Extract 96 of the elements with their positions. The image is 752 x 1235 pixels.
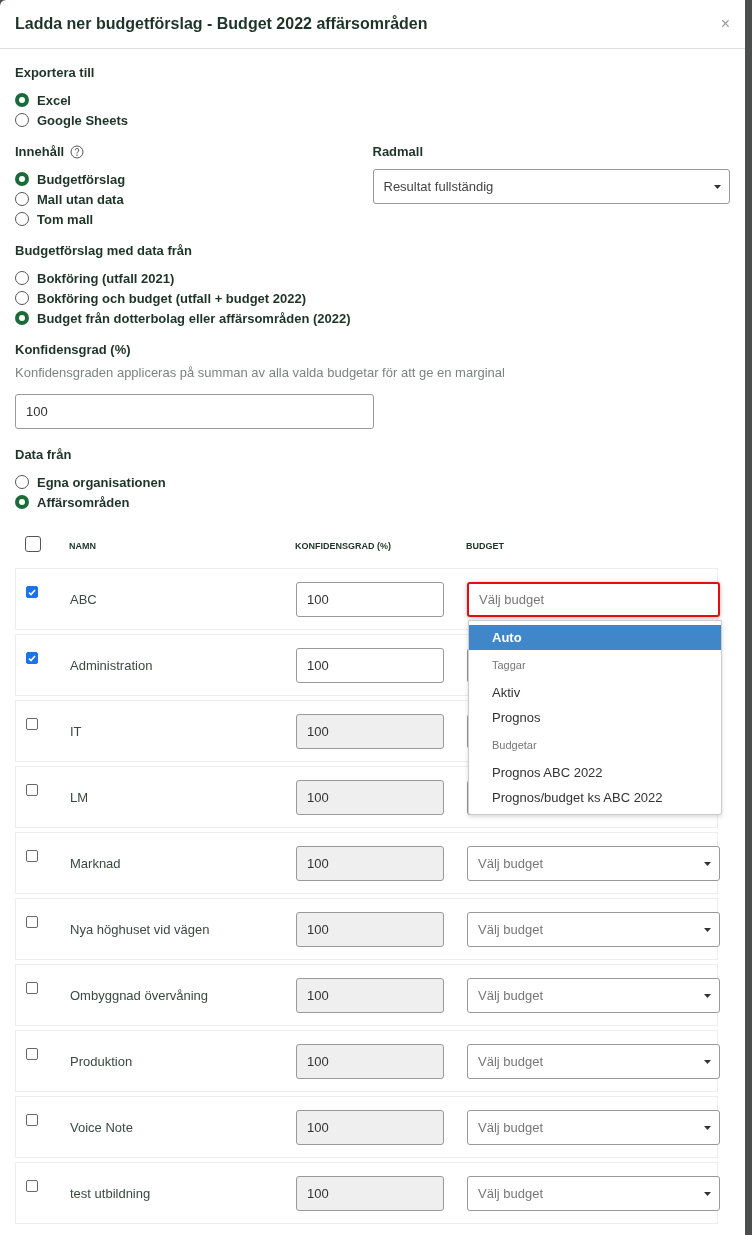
section-label: Konfidensgrad (%) [15, 342, 131, 357]
radio-button[interactable] [15, 495, 29, 509]
row-name: Nya höghuset vid vägen [70, 922, 210, 937]
row-name: IT [70, 724, 82, 739]
row-checkbox[interactable] [26, 784, 38, 796]
row-checkbox[interactable] [26, 586, 38, 598]
radio-label: Affärsområden [37, 494, 130, 510]
section-label: Exportera till [15, 65, 95, 80]
dropdown-group-label: Taggar [491, 658, 527, 673]
row-name: test utbildning [70, 1186, 151, 1201]
dropdown-option[interactable]: Prognos [469, 705, 721, 730]
dropdown-group-label: Budgetar [491, 738, 538, 753]
radio-label: Budgetförslag [37, 171, 126, 187]
radio-option[interactable]: Budgetförslag [15, 169, 373, 189]
radio-label: Bokföring och budget (utfall + budget 2022) [37, 290, 307, 306]
help-icon[interactable] [70, 144, 85, 159]
radio-label: Google Sheets [37, 112, 129, 128]
radio-option[interactable]: Bokföring och budget (utfall + budget 2022) [15, 288, 730, 308]
confidence-input[interactable]: 100 [296, 1109, 444, 1145]
confidence-input[interactable]: 100 [296, 1043, 444, 1079]
help-text: Konfidensgraden appliceras på summan av alla valda budgetar för att ge en marginal [15, 365, 506, 380]
dialog-title: Ladda ner budgetförslag - Budget 2022 affärsområden [15, 15, 428, 33]
caret-icon [704, 927, 711, 932]
caret-icon [704, 1125, 711, 1130]
caret-icon [714, 185, 721, 189]
row-checkbox[interactable] [26, 1114, 38, 1126]
column-header: NAMN [69, 541, 96, 551]
radio-label: Tom mall [37, 211, 94, 227]
radio-button[interactable] [15, 291, 29, 305]
row-template-select[interactable]: Resultat fullständig [372, 169, 730, 204]
radio-button[interactable] [15, 172, 29, 186]
radio-option[interactable]: Google Sheets [15, 110, 730, 130]
radio-option[interactable]: Affärsområden [15, 492, 730, 512]
radio-button[interactable] [15, 271, 29, 285]
radio-button[interactable] [15, 192, 29, 206]
select-all-checkbox[interactable] [25, 536, 41, 552]
section-label: Radmall [372, 144, 424, 159]
row-checkbox[interactable] [26, 1048, 38, 1060]
column-header: KONFIDENSGRAD (%) [295, 541, 391, 551]
caret-icon [704, 1059, 711, 1064]
budget-select[interactable]: Välj budget [467, 845, 720, 881]
dropdown-option[interactable]: Prognos/budget ks ABC 2022 [469, 785, 721, 810]
confidence-input[interactable]: 100 [15, 394, 374, 429]
budget-select[interactable]: Välj budget [467, 911, 720, 947]
budget-select[interactable]: Välj budget [467, 977, 720, 1013]
dropdown-option[interactable]: Prognos ABC 2022 [469, 760, 721, 785]
column-header: BUDGET [466, 541, 504, 551]
budget-select[interactable]: Välj budget [467, 581, 720, 617]
radio-button[interactable] [15, 475, 29, 489]
budget-select[interactable]: Välj budget [467, 1175, 720, 1211]
confidence-input[interactable]: 100 [296, 647, 444, 683]
section-label: Budgetförslag med data från [15, 243, 192, 258]
confidence-input[interactable]: 100 [296, 713, 444, 749]
row-name: Marknad [70, 856, 121, 871]
radio-option[interactable]: Excel [15, 90, 730, 110]
confidence-input[interactable]: 100 [296, 845, 444, 881]
dropdown-option[interactable]: Auto [469, 625, 721, 650]
radio-option[interactable]: Bokföring (utfall 2021) [15, 268, 730, 288]
row-name: Ombyggnad övervåning [70, 988, 209, 1003]
row-checkbox[interactable] [26, 718, 38, 730]
confidence-input[interactable]: 100 [296, 911, 444, 947]
confidence-input[interactable]: 100 [296, 779, 444, 815]
row-name: Administration [70, 658, 153, 673]
radio-label: Budget från dotterbolag eller affärsområden (2022) [37, 310, 351, 326]
row-checkbox[interactable] [26, 652, 38, 664]
section-label: Data från [15, 447, 72, 462]
row-name: Voice Note [70, 1120, 133, 1135]
radio-label: Mall utan data [37, 191, 124, 207]
row-checkbox[interactable] [26, 1180, 38, 1192]
caret-icon [704, 1191, 711, 1196]
radio-label: Egna organisationen [37, 474, 166, 490]
confidence-input[interactable]: 100 [296, 581, 444, 617]
row-checkbox[interactable] [26, 982, 38, 994]
radio-label: Excel [37, 92, 71, 108]
confidence-input[interactable]: 100 [296, 1175, 444, 1211]
radio-option[interactable]: Tom mall [15, 209, 373, 229]
dropdown-option[interactable]: Aktiv [469, 680, 721, 705]
radio-option[interactable]: Mall utan data [15, 189, 373, 209]
row-checkbox[interactable] [26, 850, 38, 862]
caret-icon [704, 993, 711, 998]
row-name: ABC [70, 592, 97, 607]
radio-button[interactable] [15, 93, 29, 107]
radio-label: Bokföring (utfall 2021) [37, 270, 175, 286]
radio-button[interactable] [15, 212, 29, 226]
radio-option[interactable]: Egna organisationen [15, 472, 730, 492]
budget-select[interactable]: Välj budget [467, 1109, 720, 1145]
radio-option[interactable]: Budget från dotterbolag eller affärsområden (2022) [15, 308, 730, 328]
budget-select[interactable]: Välj budget [467, 1043, 720, 1079]
radio-button[interactable] [15, 113, 29, 127]
row-name: LM [70, 790, 89, 805]
row-name: Produktion [70, 1054, 133, 1069]
row-checkbox[interactable] [26, 916, 38, 928]
section-label: Innehåll [15, 144, 65, 159]
confidence-input[interactable]: 100 [296, 977, 444, 1013]
radio-button[interactable] [15, 311, 29, 325]
caret-icon [704, 861, 711, 866]
